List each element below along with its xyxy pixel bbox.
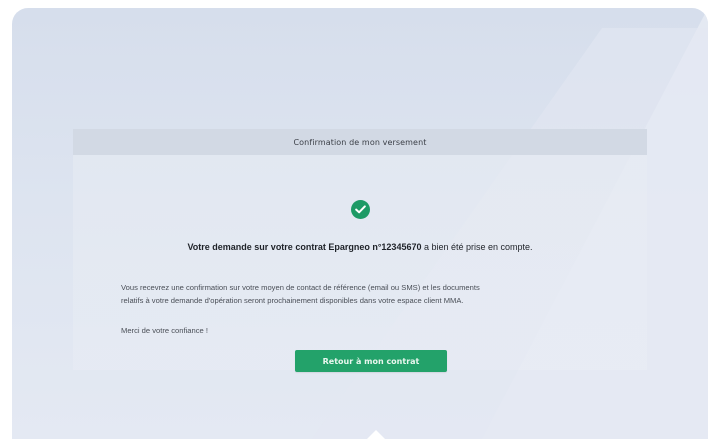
card-title: Confirmation de mon versement [293, 137, 427, 147]
confirmation-contract: Votre demande sur votre contrat Epargneo… [187, 242, 422, 252]
info-paragraph: Vous recevrez une confirmation sur votre… [121, 281, 621, 307]
confirmation-card: Confirmation de mon versement Votre dema… [73, 129, 647, 372]
confirmation-status: a bien été prise en compte. [421, 242, 533, 252]
card-body: Votre demande sur votre contrat Epargneo… [73, 155, 647, 372]
thanks-message: Merci de votre confiance ! [121, 326, 208, 335]
check-circle-icon [351, 200, 370, 219]
bottom-notch [367, 430, 385, 439]
return-to-contract-button[interactable]: Retour à mon contrat [295, 350, 447, 372]
confirmation-message: Votre demande sur votre contrat Epargneo… [73, 242, 647, 252]
card-header: Confirmation de mon versement [73, 129, 647, 155]
page-background: Confirmation de mon versement Votre dema… [12, 8, 708, 439]
info-line: relatifs à votre demande d'opération ser… [121, 296, 464, 305]
info-line: Vous recevrez une confirmation sur votre… [121, 283, 480, 292]
